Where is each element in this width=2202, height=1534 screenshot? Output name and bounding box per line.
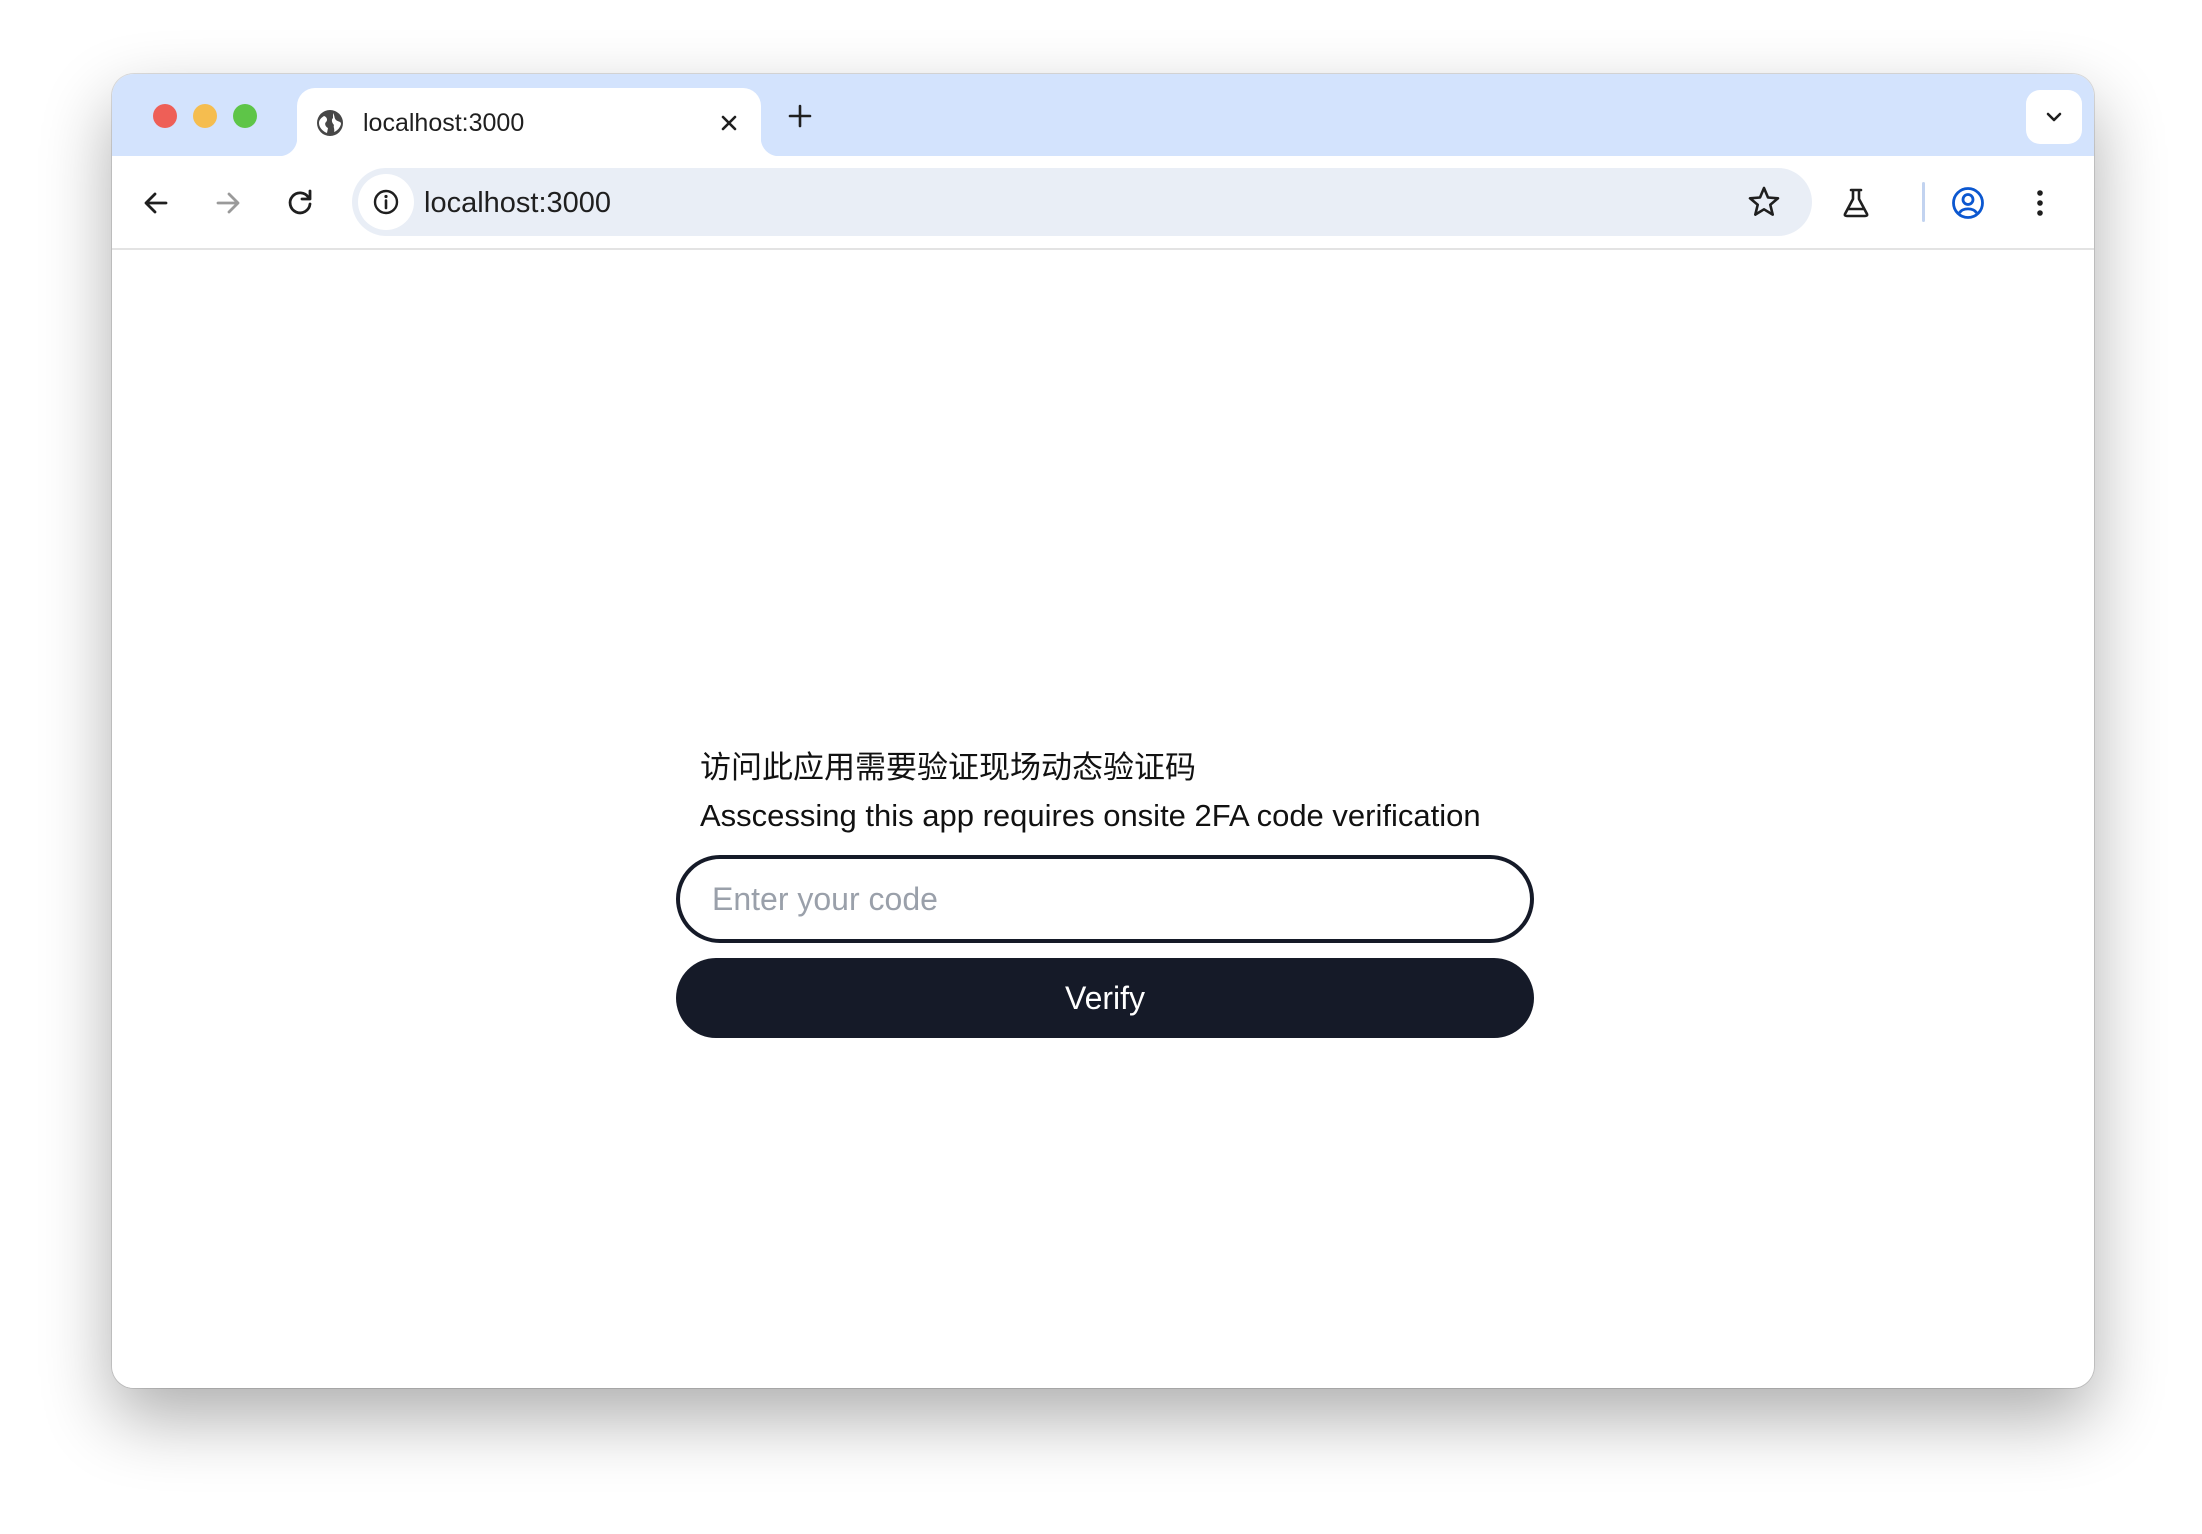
browser-window: localhost:3000 localhost:3000 访问此应用需要验证现… <box>112 74 2094 1388</box>
address-bar[interactable]: localhost:3000 <box>352 168 1812 236</box>
chevron-down-icon <box>2046 112 2062 122</box>
minimize-window-button[interactable] <box>193 104 217 128</box>
toolbar-separator <box>1922 182 1925 222</box>
active-tab[interactable]: localhost:3000 <box>279 88 779 156</box>
info-icon <box>373 189 399 215</box>
tab-title: localhost:3000 <box>363 109 525 137</box>
close-window-button[interactable] <box>153 104 177 128</box>
more-vertical-icon[interactable] <box>2022 185 2058 221</box>
heading-chinese: 访问此应用需要验证现场动态验证码 <box>700 750 1196 785</box>
tab-strip: localhost:3000 <box>112 74 2094 156</box>
close-icon[interactable] <box>715 109 743 137</box>
back-arrow-icon[interactable] <box>138 185 174 221</box>
tab-search-button[interactable] <box>2026 90 2082 144</box>
flask-icon[interactable] <box>1838 185 1874 221</box>
plus-icon[interactable] <box>785 101 815 131</box>
heading-english: Asscessing this app requires onsite 2FA … <box>700 798 1481 833</box>
profile-icon[interactable] <box>1950 185 1986 221</box>
maximize-window-button[interactable] <box>233 104 257 128</box>
url-text: localhost:3000 <box>424 187 612 219</box>
code-input[interactable] <box>676 855 1534 943</box>
verify-button[interactable]: Verify <box>676 958 1534 1038</box>
reload-icon[interactable] <box>282 185 318 221</box>
globe-icon <box>317 110 343 136</box>
forward-arrow-icon[interactable] <box>210 185 246 221</box>
star-icon[interactable] <box>1746 184 1782 220</box>
site-info-button[interactable] <box>358 174 414 230</box>
browser-toolbar: localhost:3000 <box>112 156 2094 250</box>
page-content: 访问此应用需要验证现场动态验证码 Asscessing this app req… <box>112 250 2094 1388</box>
